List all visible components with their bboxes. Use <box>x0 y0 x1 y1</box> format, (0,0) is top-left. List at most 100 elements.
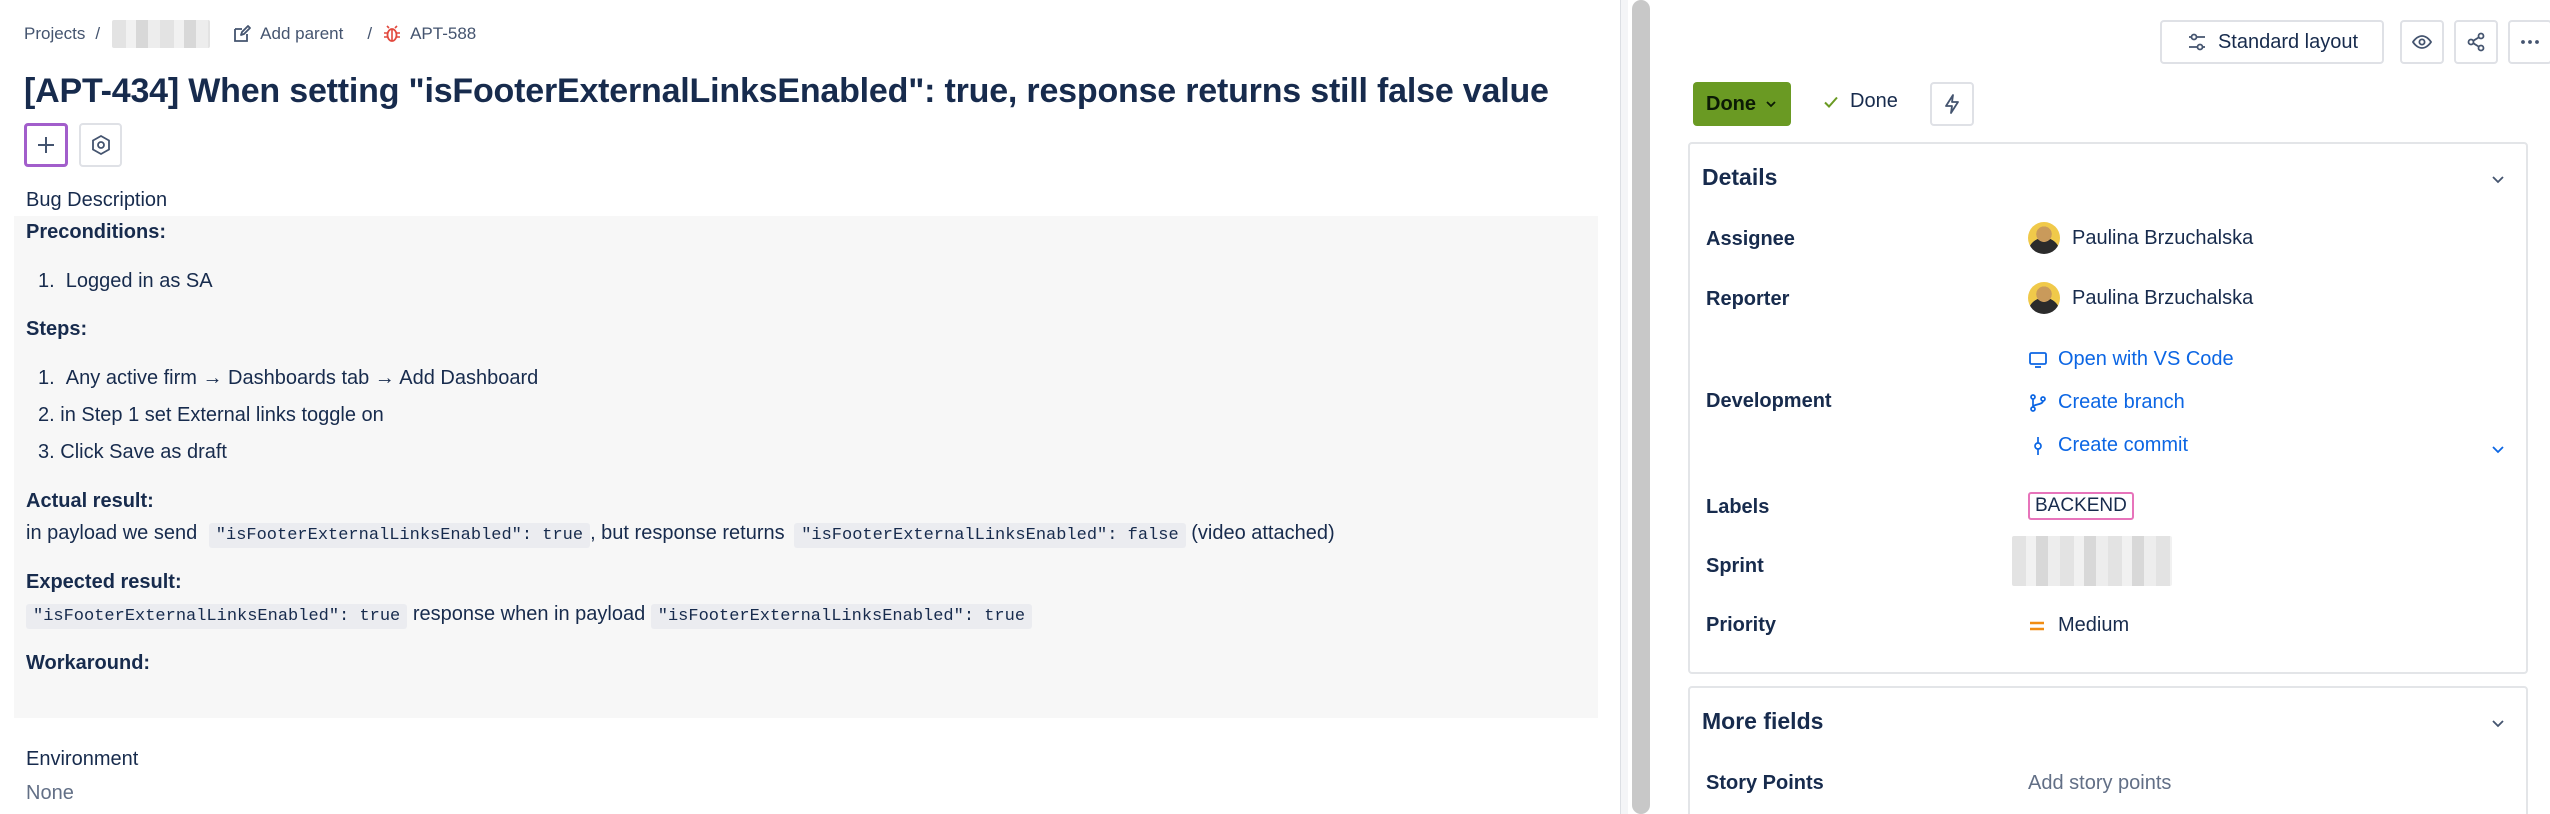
chevron-down-icon[interactable] <box>2488 169 2508 189</box>
share-icon <box>2467 32 2485 52</box>
lightning-icon <box>1945 94 1959 114</box>
more-icon <box>2521 40 2539 44</box>
issue-sidebar: Standard layout Done Done Details Assign… <box>1650 0 2550 814</box>
add-button[interactable] <box>24 123 68 167</box>
chevron-down-icon <box>1766 101 1776 108</box>
eye-icon <box>2411 35 2433 49</box>
avatar <box>2028 222 2060 254</box>
sprint-field[interactable] <box>2012 536 2172 586</box>
expected-result-label: Expected result: <box>26 571 182 593</box>
expected-text-1: response when in payload <box>412 603 646 625</box>
step-text: Click Save as draft <box>60 441 227 463</box>
issue-title[interactable]: [APT-434] When setting "isFooterExternal… <box>24 72 1549 111</box>
inline-code: "isFooterExternalLinksEnabled": true <box>26 604 408 629</box>
sliders-icon <box>2188 33 2205 51</box>
cog-hexagon-icon <box>91 134 110 156</box>
step-item: 3. Click Save as draft <box>38 441 227 463</box>
pane-splitter[interactable] <box>1620 0 1628 814</box>
actual-result-text: in payload we send "isFooterExternalLink… <box>26 522 1335 548</box>
inline-code: "isFooterExternalLinksEnabled": true <box>650 604 1033 629</box>
reporter-field[interactable]: Paulina Brzuchalska <box>2028 282 2253 314</box>
add-parent-label: Add parent <box>260 24 344 43</box>
breadcrumb-project-redacted[interactable] <box>112 20 211 48</box>
resolution-label: Done <box>1850 90 1898 112</box>
actual-text-2: , but response returns <box>590 522 785 544</box>
breadcrumb-issue[interactable]: APT-588 <box>382 24 476 44</box>
chevron-down-icon[interactable] <box>2488 439 2508 459</box>
precondition-text: Logged in as SA <box>65 270 213 292</box>
environment-value[interactable]: None <box>26 782 74 805</box>
create-commit-link[interactable]: Create commit <box>2028 434 2188 457</box>
expected-result-text: "isFooterExternalLinksEnabled": true res… <box>26 603 1033 629</box>
resolution: Done <box>1822 90 1898 113</box>
preconditions-label: Preconditions: <box>26 221 167 243</box>
step-text: in Step 1 set External links toggle on <box>60 404 384 426</box>
add-parent-button[interactable]: Add parent <box>232 24 343 44</box>
layout-button-label: Standard layout <box>2217 30 2359 53</box>
scrollbar[interactable] <box>1632 0 1650 814</box>
description-heading: Bug Description <box>26 189 168 211</box>
layout-button[interactable]: Standard layout <box>2160 20 2384 64</box>
labels-label: Labels <box>1706 496 1770 518</box>
open-vscode-label: Open with VS Code <box>2058 348 2234 370</box>
plus-icon <box>38 137 54 153</box>
story-points-placeholder: Add story points <box>2028 772 2172 794</box>
create-commit-label: Create commit <box>2058 434 2189 456</box>
sprint-label: Sprint <box>1706 555 1764 577</box>
branch-icon <box>2030 393 2046 412</box>
reporter-label: Reporter <box>1706 288 1790 310</box>
details-panel: Details Assignee Paulina Brzuchalska Rep… <box>1688 142 2528 674</box>
steps-label: Steps: <box>26 318 88 340</box>
status-dropdown-button[interactable]: Done <box>1693 82 1791 126</box>
issue-key-label: APT-588 <box>410 24 477 43</box>
inline-code: "isFooterExternalLinksEnabled": false <box>794 523 1186 548</box>
assignee-label: Assignee <box>1706 228 1795 250</box>
watch-button[interactable] <box>2400 20 2444 64</box>
actual-text-3: (video attached) <box>1191 522 1335 544</box>
priority-field[interactable]: Medium <box>2028 614 2129 637</box>
sprint-value-redacted <box>2012 536 2172 586</box>
assignee-field[interactable]: Paulina Brzuchalska <box>2028 222 2253 254</box>
labels-field[interactable]: BACKEND <box>2028 492 2134 520</box>
priority-label: Priority <box>1706 614 1777 636</box>
share-button[interactable] <box>2454 20 2498 64</box>
environment-heading: Environment <box>26 748 139 770</box>
breadcrumb-projects[interactable]: Projects <box>24 24 85 44</box>
label-tag[interactable]: BACKEND <box>2028 492 2134 520</box>
avatar <box>2028 282 2060 314</box>
apps-button[interactable] <box>79 123 122 167</box>
create-branch-link[interactable]: Create branch <box>2028 391 2185 414</box>
status-label: Done <box>1706 92 1756 115</box>
workaround-label: Workaround: <box>26 652 151 674</box>
breadcrumb-separator: / <box>95 24 101 43</box>
chevron-down-icon[interactable] <box>2488 713 2508 733</box>
assignee-name: Paulina Brzuchalska <box>2072 226 2254 249</box>
description-body[interactable] <box>14 216 1598 718</box>
more-fields-heading[interactable]: More fields <box>1702 708 1823 735</box>
step-item: 1. Any active firm → Dashboards tab → Ad… <box>38 367 539 389</box>
bug-icon <box>384 25 401 42</box>
development-label: Development <box>1706 390 1832 412</box>
priority-medium-icon <box>2030 621 2044 630</box>
story-points-field[interactable]: Add story points <box>2028 772 2171 795</box>
details-heading[interactable]: Details <box>1702 164 1777 191</box>
open-vscode-link[interactable]: Open with VS Code <box>2028 348 2234 371</box>
step-text: Any active firm → Dashboards tab → Add D… <box>65 367 539 389</box>
edit-icon <box>234 25 252 42</box>
create-branch-label: Create branch <box>2058 391 2185 413</box>
step-item: 2. in Step 1 set External links toggle o… <box>38 404 384 426</box>
inline-code: "isFooterExternalLinksEnabled": true <box>208 523 591 548</box>
story-points-label: Story Points <box>1706 772 1824 794</box>
breadcrumb-separator: / <box>367 24 373 43</box>
priority-value: Medium <box>2058 614 2130 636</box>
automation-button[interactable] <box>1930 82 1974 126</box>
breadcrumb: Projects / Add parent / APT-588 <box>24 20 476 48</box>
more-actions-button[interactable] <box>2508 20 2550 64</box>
monitor-icon <box>2029 351 2047 368</box>
commit-icon <box>2034 436 2042 455</box>
actual-result-label: Actual result: <box>26 490 154 512</box>
reporter-name: Paulina Brzuchalska <box>2072 286 2254 309</box>
actual-text-1: in payload we send <box>26 522 198 544</box>
precondition-item: 1. Logged in as SA <box>38 270 213 292</box>
issue-main-pane: Projects / Add parent / APT-588 [APT-434… <box>0 0 1620 814</box>
